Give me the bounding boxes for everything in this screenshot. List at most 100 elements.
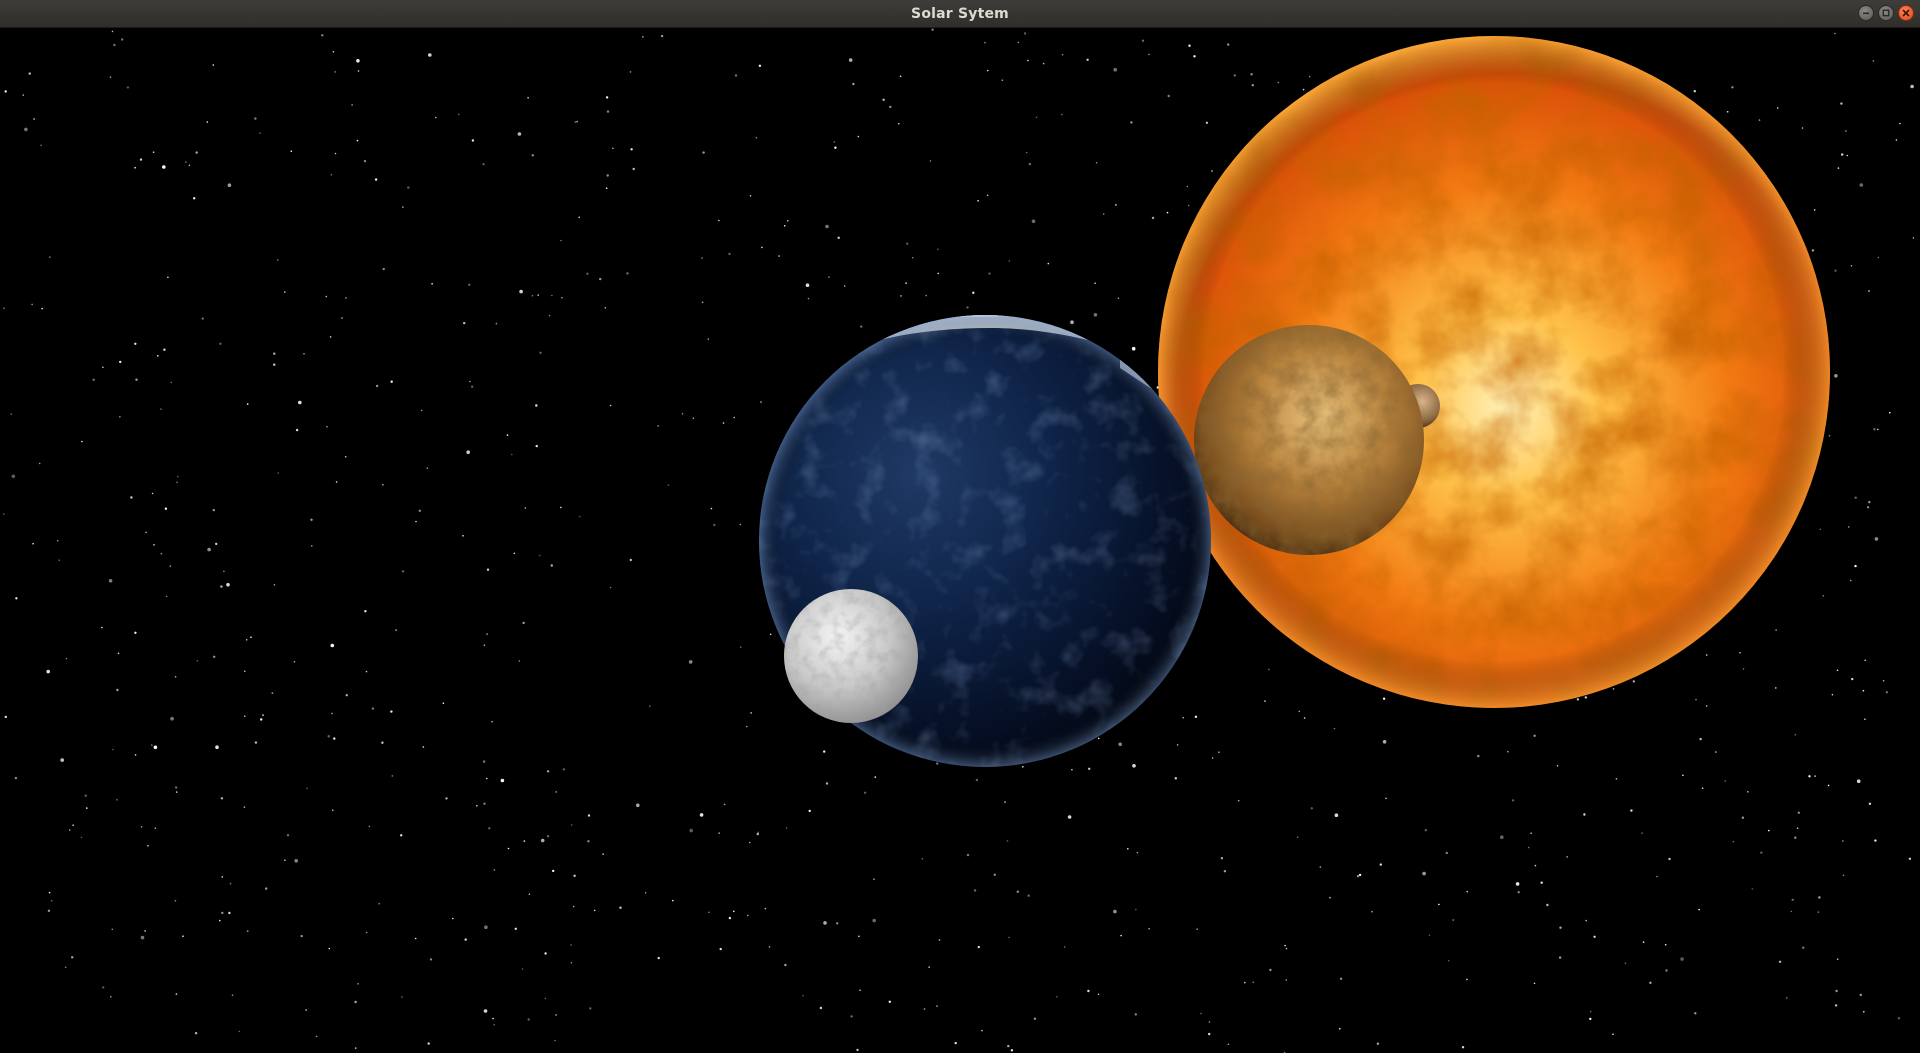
star	[1885, 691, 1889, 694]
star	[519, 289, 523, 294]
star	[284, 291, 286, 293]
star	[1889, 411, 1891, 414]
star	[1841, 153, 1844, 156]
star	[660, 34, 664, 38]
star	[988, 272, 991, 275]
star	[22, 94, 25, 96]
star	[713, 523, 716, 527]
star	[1517, 891, 1520, 894]
star	[415, 520, 417, 523]
moon	[784, 589, 918, 723]
star	[326, 425, 328, 428]
star	[1061, 113, 1063, 116]
star	[728, 916, 732, 920]
star	[1131, 346, 1136, 351]
star	[1208, 1032, 1211, 1036]
star	[702, 151, 705, 154]
star	[1864, 659, 1866, 662]
star	[483, 644, 486, 646]
star	[109, 76, 112, 78]
star	[1731, 86, 1734, 89]
star	[856, 1048, 859, 1052]
star	[609, 586, 612, 589]
star	[1148, 53, 1150, 56]
star	[215, 745, 219, 749]
star	[544, 952, 547, 955]
star	[606, 174, 609, 177]
star	[426, 467, 429, 470]
star	[382, 267, 385, 271]
star	[1303, 717, 1306, 719]
star	[852, 82, 855, 86]
star	[606, 110, 610, 113]
star	[1452, 919, 1454, 921]
star	[49, 256, 51, 258]
3d-viewport[interactable]	[0, 28, 1920, 1053]
space-scene	[0, 28, 1920, 1053]
title-bar[interactable]: Solar Sytem	[0, 0, 1920, 28]
star	[1151, 216, 1155, 220]
star	[482, 760, 486, 763]
star	[785, 827, 788, 829]
star	[823, 921, 827, 925]
star	[486, 777, 488, 780]
star	[435, 116, 437, 119]
star	[1724, 780, 1726, 782]
star	[298, 400, 302, 405]
star	[699, 813, 704, 817]
star	[1035, 116, 1038, 119]
star	[1910, 84, 1914, 89]
star	[1120, 934, 1122, 937]
star	[1244, 981, 1246, 984]
star	[1095, 161, 1098, 164]
star	[805, 283, 810, 287]
star	[407, 186, 410, 189]
star	[1047, 262, 1050, 265]
star	[586, 272, 589, 275]
star	[1873, 428, 1876, 431]
star	[719, 947, 722, 951]
star	[544, 997, 547, 1000]
star	[828, 276, 830, 278]
star	[1768, 829, 1770, 832]
star	[1205, 121, 1209, 125]
star	[570, 962, 573, 964]
star	[718, 832, 720, 834]
star	[966, 853, 970, 857]
star	[1500, 835, 1504, 839]
star	[375, 384, 379, 388]
star	[176, 481, 178, 484]
star	[562, 768, 565, 771]
star	[1693, 90, 1697, 93]
star	[1382, 697, 1386, 700]
star	[1376, 1042, 1380, 1045]
star	[629, 558, 632, 562]
star	[1819, 528, 1822, 531]
star	[609, 404, 612, 407]
star	[1701, 787, 1704, 789]
star	[977, 200, 979, 202]
star	[486, 633, 488, 635]
minimize-button[interactable]	[1858, 5, 1874, 21]
star	[374, 178, 378, 181]
star	[431, 283, 433, 285]
star	[1438, 903, 1440, 906]
star	[310, 518, 313, 521]
star	[1802, 946, 1805, 949]
star	[108, 579, 113, 583]
star	[1559, 926, 1562, 929]
star	[1827, 784, 1830, 787]
star	[195, 151, 198, 154]
star	[587, 814, 591, 817]
star	[1087, 989, 1090, 993]
star	[848, 58, 853, 62]
star	[1566, 856, 1568, 858]
star	[38, 462, 41, 465]
star	[954, 1041, 957, 1045]
maximize-button[interactable]	[1878, 5, 1894, 21]
star	[28, 72, 31, 75]
star	[1530, 832, 1532, 834]
star	[1028, 162, 1032, 166]
star	[273, 363, 276, 366]
close-button[interactable]	[1898, 5, 1914, 21]
